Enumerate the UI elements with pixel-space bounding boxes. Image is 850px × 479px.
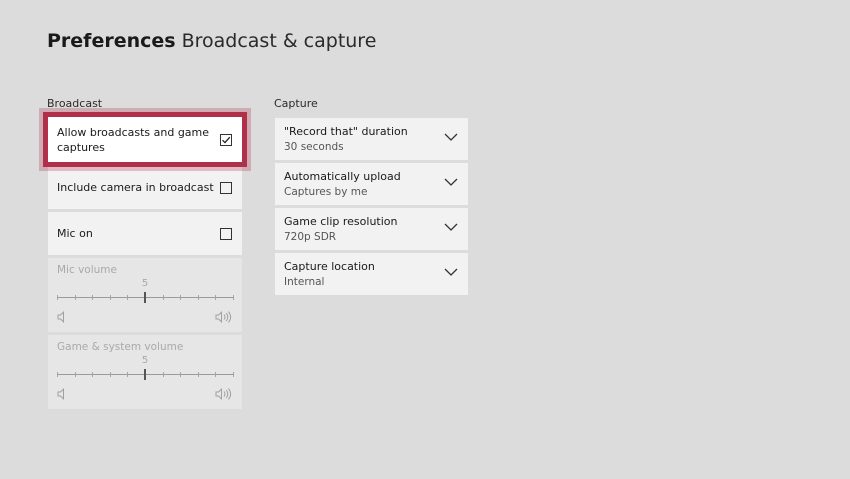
- slider-tick: [233, 372, 234, 377]
- checkmark-icon: [222, 136, 231, 144]
- slider-tick: [74, 372, 76, 377]
- slider-tick: [109, 295, 111, 300]
- capture-section-label: Capture: [274, 97, 318, 110]
- slider-tick: [57, 372, 58, 377]
- slider-tick: [109, 372, 111, 377]
- volume-high-icon: [215, 388, 232, 400]
- slider-tick: [127, 372, 129, 377]
- slider-thumb[interactable]: [144, 369, 146, 380]
- dropdown-value: Captures by me: [284, 186, 368, 198]
- mic-on-toggle[interactable]: Mic on: [48, 212, 242, 255]
- slider-tick: [180, 295, 182, 300]
- slider-label: Game & system volume: [57, 341, 184, 353]
- chevron-down-icon: [444, 133, 458, 141]
- toggle-label: Include camera in broadcast: [57, 181, 214, 194]
- volume-low-icon: [57, 311, 64, 323]
- page-title-main: Preferences: [47, 30, 176, 52]
- broadcast-section-label: Broadcast: [47, 97, 103, 110]
- slider-tick: [127, 295, 129, 300]
- slider-tick: [180, 372, 182, 377]
- page-subtitle: Broadcast & capture: [181, 30, 377, 52]
- dropdown-value: 720p SDR: [284, 231, 337, 243]
- dropdown-title: Automatically upload: [284, 170, 401, 183]
- slider-thumb[interactable]: [144, 292, 146, 303]
- slider-tick: [197, 295, 199, 300]
- record-that-duration-dropdown[interactable]: "Record that" duration 30 seconds: [275, 118, 468, 160]
- page-title: Preferences Broadcast & capture: [47, 30, 376, 52]
- slider-tick: [215, 372, 217, 377]
- slider-tick: [57, 295, 58, 300]
- slider-tick: [74, 295, 76, 300]
- toggle-label: Mic on: [57, 227, 93, 240]
- slider-tick: [162, 295, 164, 300]
- slider-value: 5: [141, 355, 149, 366]
- slider-value: 5: [141, 278, 149, 289]
- slider-tick: [92, 295, 94, 300]
- capture-location-dropdown[interactable]: Capture location Internal: [275, 253, 468, 295]
- allow-broadcasts-checkbox[interactable]: [220, 133, 232, 146]
- broadcast-column: Allow broadcasts and game captures Inclu…: [43, 112, 247, 412]
- dropdown-title: "Record that" duration: [284, 125, 408, 138]
- volume-low-icon: [57, 388, 64, 400]
- capture-column: "Record that" duration 30 seconds Automa…: [275, 118, 468, 298]
- volume-high-icon: [215, 311, 232, 323]
- slider-tick: [197, 372, 199, 377]
- game-clip-resolution-dropdown[interactable]: Game clip resolution 720p SDR: [275, 208, 468, 250]
- slider-track: [57, 369, 234, 380]
- mic-volume-slider: Mic volume 5: [48, 258, 242, 332]
- game-system-volume-slider: Game & system volume 5: [48, 335, 242, 409]
- slider-tick: [215, 295, 217, 300]
- include-camera-toggle[interactable]: Include camera in broadcast: [48, 166, 242, 209]
- slider-tick: [162, 372, 164, 377]
- slider-tick: [233, 295, 234, 300]
- slider-tick: [92, 372, 94, 377]
- allow-broadcasts-toggle[interactable]: Allow broadcasts and game captures: [43, 112, 247, 167]
- dropdown-value: Internal: [284, 276, 325, 288]
- include-camera-checkbox[interactable]: [220, 181, 232, 194]
- dropdown-title: Capture location: [284, 260, 375, 273]
- toggle-label: Allow broadcasts and game captures: [57, 125, 210, 154]
- slider-label: Mic volume: [57, 264, 117, 276]
- mic-on-checkbox[interactable]: [220, 227, 232, 240]
- chevron-down-icon: [444, 268, 458, 276]
- chevron-down-icon: [444, 223, 458, 231]
- dropdown-title: Game clip resolution: [284, 215, 398, 228]
- chevron-down-icon: [444, 178, 458, 186]
- automatically-upload-dropdown[interactable]: Automatically upload Captures by me: [275, 163, 468, 205]
- dropdown-value: 30 seconds: [284, 141, 344, 153]
- slider-track: [57, 292, 234, 303]
